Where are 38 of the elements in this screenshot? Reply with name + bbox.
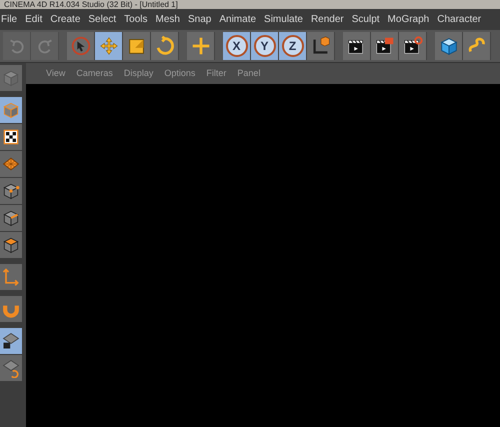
cube-face-icon <box>1 235 21 255</box>
menu-item[interactable]: Simulate <box>264 12 303 27</box>
menu-item[interactable]: Animate <box>219 12 256 27</box>
axis-lock-button[interactable]: Y <box>251 32 279 60</box>
grid-lock-icon <box>1 331 21 351</box>
tool-button[interactable] <box>343 32 371 60</box>
menu-item[interactable]: MoGraph <box>388 12 430 27</box>
menu-item[interactable]: Snap <box>188 12 212 27</box>
menu-item[interactable]: Character <box>437 12 482 27</box>
window-title: CINEMA 4D R14.034 Studio (32 Bit) - [Untitled 1] <box>4 0 178 9</box>
menu-item[interactable]: Sculpt <box>352 12 380 27</box>
menu-item[interactable]: Select <box>88 12 116 27</box>
cube-icon <box>1 68 21 88</box>
cursor-icon <box>70 35 92 57</box>
menu-item[interactable]: Create <box>50 12 80 27</box>
tool-button[interactable] <box>371 32 399 60</box>
axis-lock-button[interactable]: X <box>223 32 251 60</box>
mode-button[interactable] <box>0 328 22 354</box>
menu-item[interactable]: Mesh <box>156 12 180 27</box>
mode-button[interactable] <box>0 232 22 258</box>
tool-button[interactable] <box>399 32 427 60</box>
tool-button[interactable] <box>307 32 335 60</box>
menu-item[interactable]: Render <box>310 12 344 27</box>
menu-item[interactable]: Tools <box>124 12 148 27</box>
cube-edge-icon <box>1 208 21 228</box>
axis-lock-button[interactable]: Z <box>279 32 307 60</box>
checker-icon <box>1 127 21 147</box>
mode-button[interactable] <box>0 205 22 231</box>
mode-button[interactable] <box>0 178 22 204</box>
menu-item[interactable]: File <box>1 12 18 27</box>
menu-item[interactable]: Edit <box>25 12 42 27</box>
move-arrows-icon <box>98 35 120 57</box>
axis-icon <box>1 267 21 287</box>
grid-rotate-icon <box>1 358 21 378</box>
cube-points-icon <box>1 181 21 201</box>
tool-button[interactable] <box>435 32 463 60</box>
mode-button[interactable] <box>0 124 22 150</box>
cube-icon <box>1 100 21 120</box>
